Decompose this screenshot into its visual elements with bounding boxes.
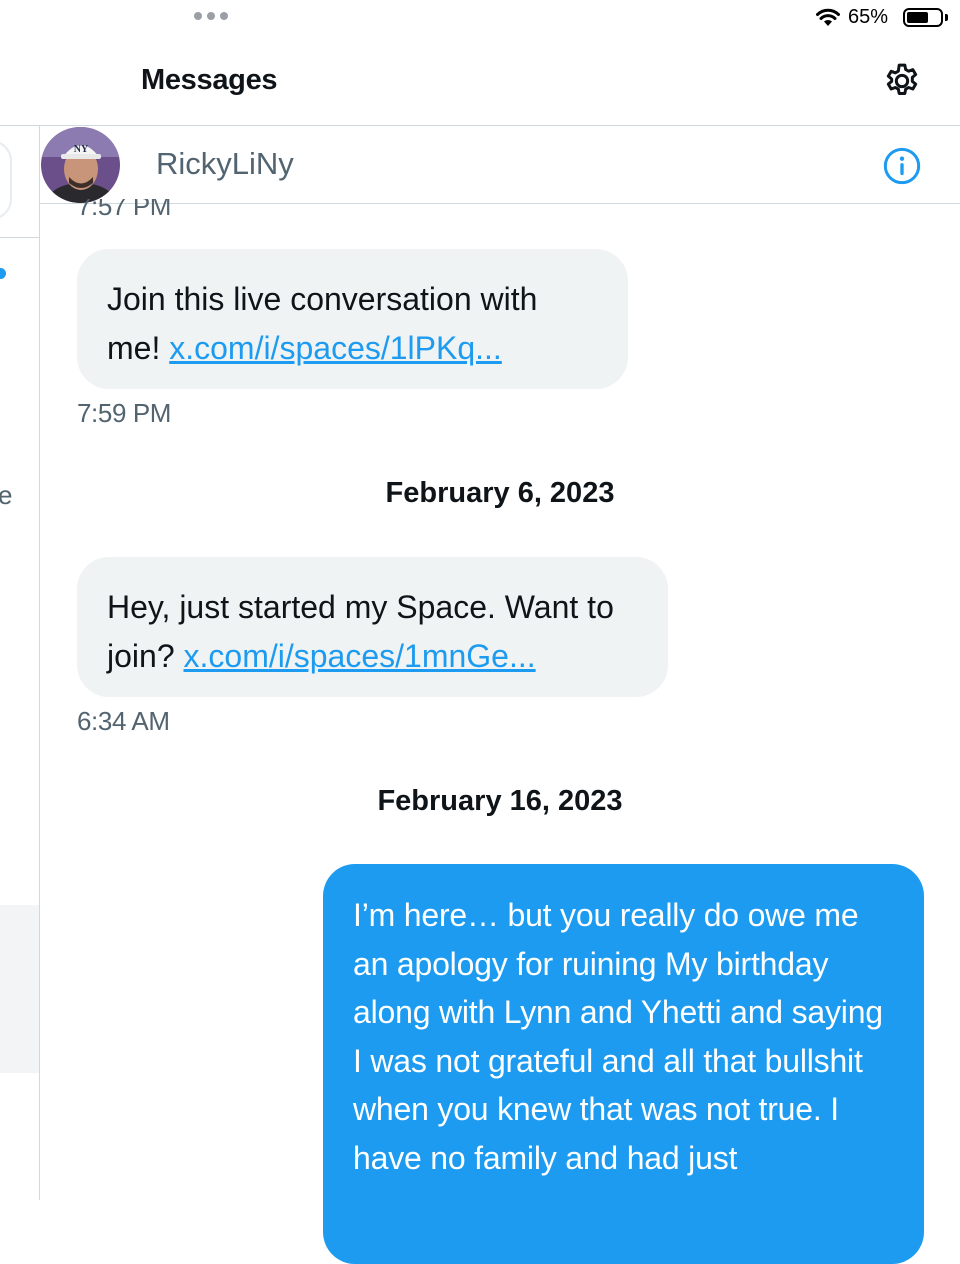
list-item-selected[interactable]: [0, 905, 39, 1073]
wifi-icon: [816, 8, 840, 26]
message-timestamp: 7:59 PM: [77, 398, 172, 428]
contact-name[interactable]: RickyLiNy: [156, 146, 294, 182]
received-message[interactable]: Join this live conversation with me! x.c…: [77, 249, 628, 389]
space-link[interactable]: x.com/i/spaces/1lPKq...: [169, 330, 502, 366]
message-timestamp: 6:34 AM: [77, 706, 170, 736]
list-pane-border: [39, 126, 40, 1200]
avatar-cap-text: NY: [74, 144, 89, 155]
battery-percentage: 65%: [848, 6, 889, 28]
battery-nub: [945, 14, 948, 21]
battery-icon: [903, 8, 943, 27]
avatar[interactable]: NY: [41, 127, 120, 203]
list-item-text: e: [0, 480, 13, 510]
conversation-header-divider: [40, 203, 960, 204]
sent-message[interactable]: I’m here… but you really do owe me an ap…: [323, 864, 924, 1264]
search-input[interactable]: [0, 140, 12, 220]
unread-indicator: [0, 268, 6, 279]
info-icon[interactable]: [882, 146, 922, 186]
message-text: I’m here… but you really do owe me an ap…: [353, 897, 883, 1176]
avatar-photo: NY: [41, 127, 120, 203]
space-link[interactable]: x.com/i/spaces/1mnGe...: [184, 638, 536, 674]
date-separator: February 6, 2023: [385, 477, 615, 509]
list-divider: [0, 237, 40, 238]
multitasking-dots-icon[interactable]: [194, 12, 228, 20]
message-timestamp: 7:57 PM: [77, 199, 172, 221]
received-message[interactable]: Hey, just started my Space. Want to join…: [77, 557, 668, 697]
gear-icon[interactable]: [882, 61, 922, 101]
page-title: Messages: [141, 64, 278, 96]
date-separator: February 16, 2023: [377, 785, 623, 817]
header-divider: [0, 125, 960, 126]
